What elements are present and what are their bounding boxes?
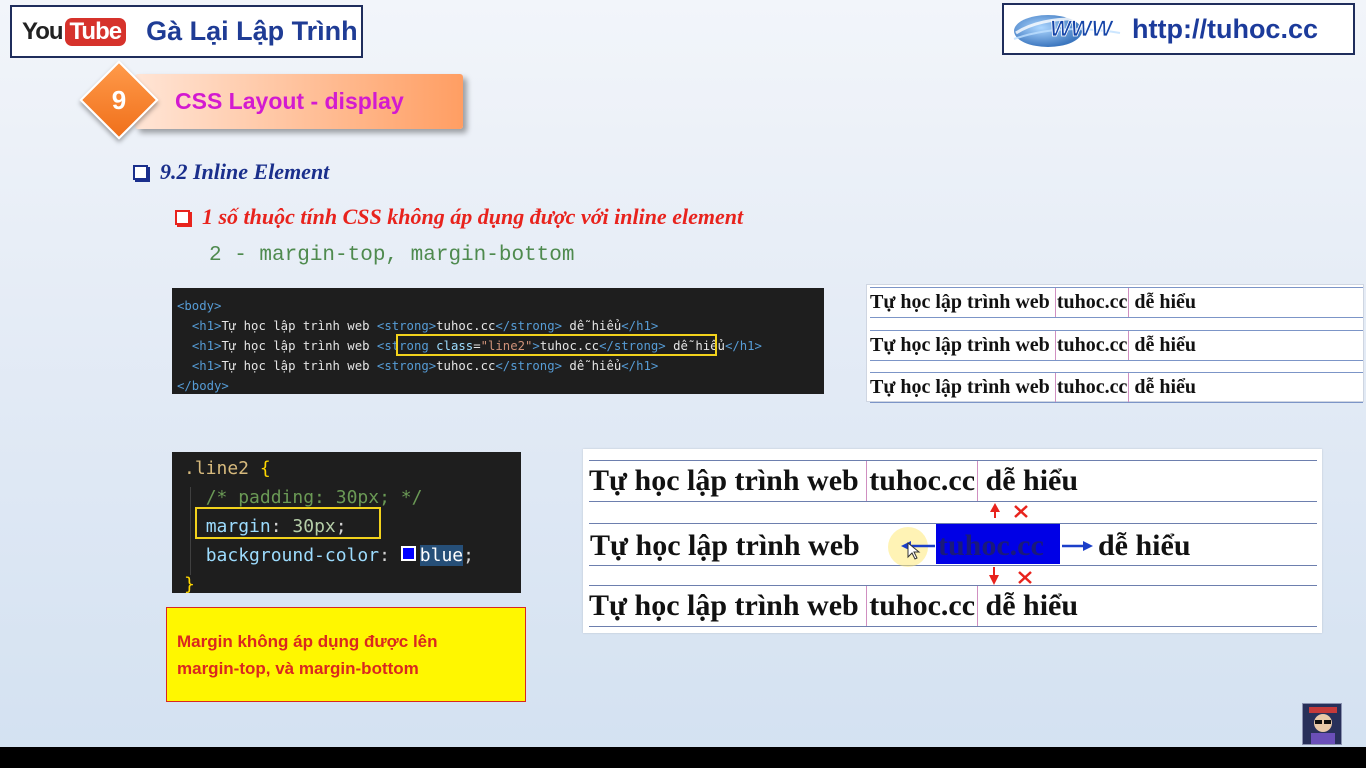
- render-preview-small: Tự học lập trình web tuhoc.cc dễ hiểu Tự…: [866, 284, 1364, 403]
- code-token: </strong>: [495, 319, 563, 333]
- code-token: <strong>: [376, 359, 437, 373]
- preview-text: Tự học lập trình web: [870, 376, 1055, 398]
- color-swatch-icon: [400, 546, 416, 561]
- note-line: Margin không áp dụng được lên: [177, 632, 438, 651]
- checkbox-bullet-icon: [175, 210, 190, 225]
- code-token: </h1>: [621, 319, 659, 333]
- svg-text:WWW: WWW: [1050, 16, 1115, 41]
- www-globe-icon: WWW: [1013, 15, 1123, 47]
- preview-row: Tự học lập trình web tuhoc.cc dễ hiểu: [870, 287, 1363, 318]
- code-token: blue: [419, 545, 464, 566]
- code-token: dễ hiểu: [562, 319, 622, 333]
- code-line: <h1>Tự học lập trình web <strong>tuhoc.c…: [177, 316, 819, 336]
- website-url: http://tuhoc.cc: [1132, 13, 1318, 44]
- arrow-up-icon: [990, 503, 1000, 518]
- code-line: background-color: blue;: [184, 541, 509, 570]
- preview-text: dễ hiểu: [1129, 376, 1197, 398]
- code-token: <body>: [177, 299, 222, 313]
- code-token: .line2: [184, 458, 250, 479]
- cross-icon: [1018, 571, 1032, 584]
- subsection-heading-text: 9.2 Inline Element: [160, 159, 330, 184]
- code-highlight-box: [396, 334, 717, 356]
- preview-strong: tuhoc.cc: [1054, 331, 1130, 360]
- code-token: {: [259, 458, 271, 479]
- code-line: </body>: [177, 376, 819, 396]
- code-token: </strong>: [495, 359, 563, 373]
- preview-row: Tự học lập trình web tuhoc.cc dễ hiểu: [870, 372, 1363, 403]
- preview-text: dễ hiểu: [1129, 334, 1197, 356]
- code-token: <h1>: [191, 319, 222, 333]
- code-token: </body>: [177, 379, 229, 393]
- arrow-down-icon: [989, 567, 999, 585]
- youtube-logo: You Tube: [22, 15, 127, 49]
- code-token: tuhoc.cc: [436, 319, 496, 333]
- youtube-logo-tube: Tube: [64, 17, 127, 46]
- note-box: Margin không áp dụng được lên margin-top…: [166, 607, 526, 702]
- code-line: .line2 {: [184, 454, 509, 483]
- channel-name: Gà Lại Lập Trình: [146, 16, 358, 46]
- indent-guide: [190, 487, 191, 575]
- arrow-right-icon: [1062, 541, 1093, 551]
- website-header-box: WWW http://tuhoc.cc: [1002, 3, 1355, 55]
- section-title-banner: CSS Layout - display: [135, 74, 463, 129]
- preview-text: Tự học lập trình web: [870, 291, 1055, 313]
- checkbox-bullet-icon: [133, 165, 148, 180]
- code-line: <body>: [177, 296, 819, 316]
- code-token: </h1>: [724, 339, 762, 353]
- code-token: Tự học lập trình web: [221, 319, 377, 333]
- code-token: Tự học lập trình web: [221, 359, 377, 373]
- code-token: <h1>: [191, 339, 222, 353]
- code-highlight-box: [195, 507, 381, 539]
- channel-mascot-icon: [1302, 703, 1342, 745]
- preview-row: Tự học lập trình web tuhoc.cc dễ hiểu: [870, 330, 1363, 361]
- code-line: }: [184, 570, 509, 599]
- code-token: <h1>: [191, 359, 222, 373]
- section-title: CSS Layout - display: [175, 88, 404, 114]
- bottom-bar: [0, 747, 1366, 768]
- code-token: ;: [463, 545, 474, 566]
- point-heading: 2 - margin-top, margin-bottom: [209, 244, 575, 267]
- note-line: margin-top, và margin-bottom: [177, 659, 419, 678]
- code-token: <strong>: [376, 319, 437, 333]
- topic-heading-text: 1 số thuộc tính CSS không áp dụng được v…: [202, 204, 744, 229]
- code-token: /* padding: 30px; */: [205, 487, 423, 508]
- code-token: dễ hiểu: [562, 359, 622, 373]
- preview-text: dễ hiểu: [1129, 291, 1197, 313]
- code-token: </h1>: [621, 359, 659, 373]
- youtube-logo-you: You: [22, 17, 64, 45]
- preview-strong: tuhoc.cc: [1054, 373, 1130, 402]
- code-token: }: [184, 574, 195, 595]
- code-line: <h1>Tự học lập trình web <strong>tuhoc.c…: [177, 356, 819, 376]
- section-number: 9: [111, 84, 127, 115]
- subsection-heading: 9.2 Inline Element: [133, 159, 329, 185]
- code-token: background-color: [205, 545, 380, 566]
- topic-heading: 1 số thuộc tính CSS không áp dụng được v…: [175, 204, 743, 230]
- margin-annotations: [901, 503, 1093, 585]
- preview-strong: tuhoc.cc: [1054, 288, 1130, 317]
- cross-icon: [1014, 505, 1028, 518]
- code-token: :: [379, 545, 401, 566]
- arrow-left-icon: [901, 541, 935, 551]
- code-token: Tự học lập trình web: [221, 339, 377, 353]
- code-token: tuhoc.cc: [436, 359, 496, 373]
- preview-text: Tự học lập trình web: [870, 334, 1055, 356]
- channel-header-box: You Tube Gà Lại Lập Trình: [10, 5, 363, 58]
